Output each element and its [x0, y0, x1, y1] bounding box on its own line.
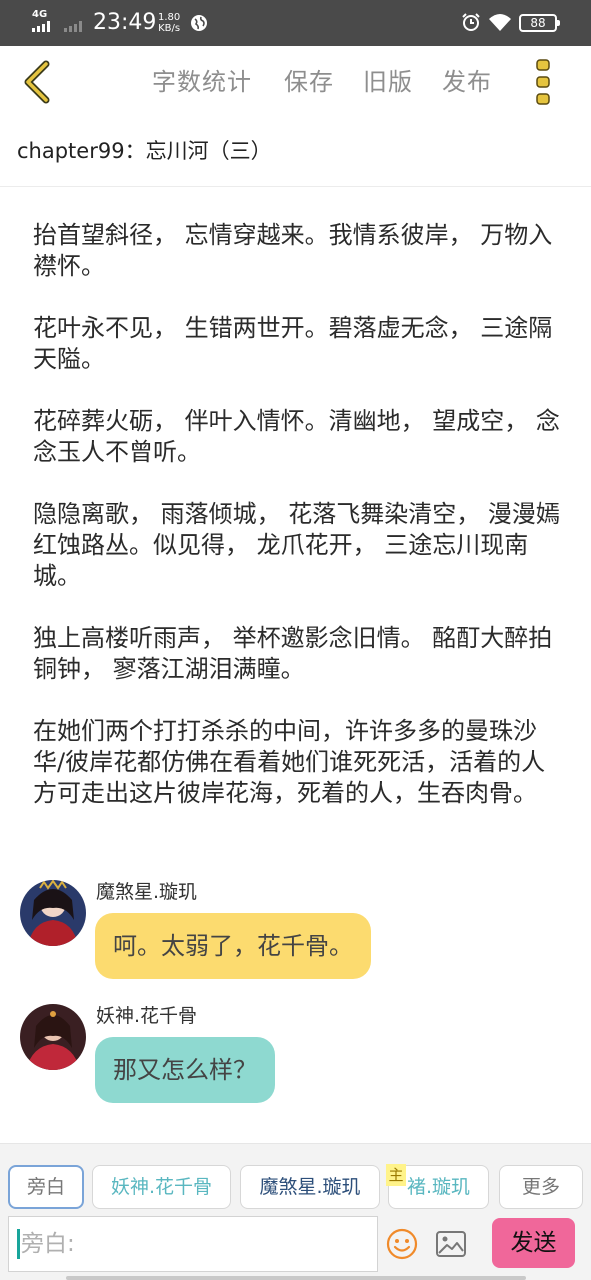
- status-bar: 4G 23:49 1.80 KB/s 88: [0, 0, 591, 46]
- message-input-box[interactable]: [8, 1216, 378, 1272]
- avatar[interactable]: [20, 880, 86, 946]
- send-button[interactable]: 发送: [492, 1218, 575, 1268]
- home-indicator[interactable]: [66, 1276, 526, 1280]
- publish-button[interactable]: 发布: [442, 66, 492, 98]
- paragraph: 独上高楼听雨声， 举杯邀影念旧情。 酩酊大醉拍铜钟， 寥落江湖泪满瞳。: [33, 624, 553, 683]
- avatar[interactable]: [20, 1004, 86, 1070]
- speaker-name: 魔煞星.璇玑: [96, 881, 198, 903]
- main-character-badge: 主: [386, 1164, 406, 1186]
- role-chip-hua-qiangu[interactable]: 妖神.花千骨: [92, 1165, 231, 1209]
- more-roles-button[interactable]: 更多: [499, 1165, 583, 1209]
- smiley-icon[interactable]: [386, 1228, 418, 1260]
- vertical-dots-icon[interactable]: [530, 56, 558, 108]
- paragraph: 抬首望斜径， 忘情穿越来。我情系彼岸， 万物入襟怀。: [33, 221, 553, 280]
- clock: 23:49: [93, 10, 157, 35]
- signal-secondary-icon: [64, 21, 82, 32]
- paragraph: 花叶永不见， 生错两世开。碧落虚无念， 三途隔天隘。: [33, 314, 553, 373]
- image-icon[interactable]: [435, 1230, 467, 1258]
- battery-icon: 88: [519, 14, 560, 32]
- word-count-button[interactable]: 字数统计: [152, 66, 252, 98]
- message-bubble[interactable]: 呵。太弱了，花千骨。: [95, 913, 371, 979]
- battery-level: 88: [530, 16, 546, 30]
- wifi-icon: [489, 14, 511, 31]
- title-divider: [0, 186, 591, 187]
- chapter-title[interactable]: chapter99：忘川河（三）: [17, 134, 272, 168]
- network-type: 4G: [32, 9, 48, 20]
- save-button[interactable]: 保存: [284, 66, 334, 98]
- paragraph: 隐隐离歌， 雨落倾城， 花落飞舞染清空， 漫漫嫣红蚀路丛。似见得， 龙爪花开， …: [33, 500, 560, 590]
- composer-panel: 旁白 妖神.花千骨 魔煞星.璇玑 褚.璇玑 主 更多 发送: [0, 1143, 591, 1280]
- speaker-name: 妖神.花千骨: [96, 1005, 198, 1027]
- old-version-button[interactable]: 旧版: [363, 66, 413, 98]
- paragraph: 在她们两个打打杀杀的中间，许许多多的曼珠沙华/彼岸花都仿佛在看着她们谁死死活，活…: [33, 717, 546, 807]
- chapter-body[interactable]: 抬首望斜径， 忘情穿越来。我情系彼岸， 万物入襟怀。 花叶永不见， 生错两世开。…: [33, 220, 563, 840]
- speed-unit: KB/s: [158, 23, 181, 34]
- speed-value: 1.80: [158, 12, 181, 23]
- message-bubble[interactable]: 那又怎么样？: [95, 1037, 275, 1103]
- editor-toolbar: 字数统计 保存 旧版 发布: [0, 46, 591, 120]
- role-chip-xuanji[interactable]: 魔煞星.璇玑: [240, 1165, 380, 1209]
- globe-icon: [191, 15, 207, 31]
- alarm-icon: [462, 13, 480, 31]
- signal-icon: [32, 21, 50, 32]
- chevron-left-icon[interactable]: [14, 58, 62, 106]
- paragraph: 花碎葬火砺， 伴叶入情怀。清幽地， 望成空， 念念玉人不曾听。: [33, 407, 560, 466]
- role-chip-narrator[interactable]: 旁白: [8, 1165, 84, 1209]
- message-input[interactable]: [17, 1225, 367, 1263]
- network-speed: 1.80 KB/s: [158, 12, 180, 34]
